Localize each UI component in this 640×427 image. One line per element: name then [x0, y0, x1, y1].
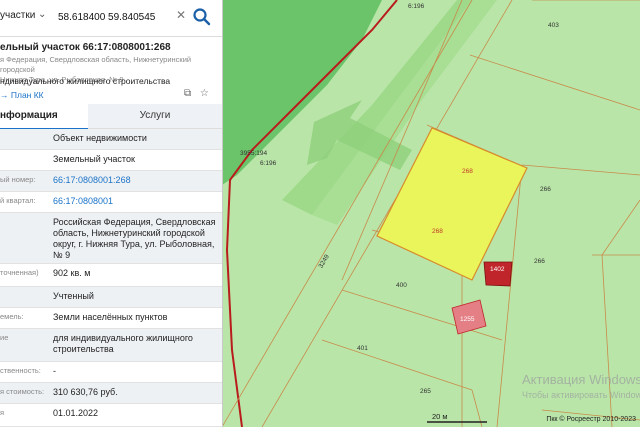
info-row-area: точненная) 902 кв. м — [0, 264, 222, 287]
info-row-land-category: емель: Земли населённых пунктов — [0, 308, 222, 329]
parcel-label: 268 — [462, 168, 473, 175]
info-key: я — [0, 408, 5, 417]
info-row-status: Учтенный — [0, 287, 222, 308]
plan-kk-link[interactable]: → План КК — [0, 90, 44, 100]
info-key: точненная) — [0, 268, 39, 277]
info-key: ственность: — [0, 366, 41, 375]
info-row-cadastral-value: я стоимость: 310 630,76 руб. — [0, 383, 222, 404]
info-row-cadastral-quarter: й квартал: 66:17:0808001 — [0, 192, 222, 213]
cadastral-map[interactable]: 268 268 266 266 403 400 401 265 1402 125… — [222, 0, 640, 427]
star-icon[interactable]: ☆ — [200, 88, 209, 99]
info-key: ие — [0, 333, 9, 342]
info-row-address: Российская Федерация, Свердловская облас… — [0, 213, 222, 264]
info-key: я стоимость: — [0, 387, 45, 396]
info-value: 01.01.2022 — [53, 408, 99, 418]
parcel-label: 403 — [548, 22, 559, 29]
parcel-purpose: ндивидуального жилищного строительства — [0, 76, 171, 86]
search-button[interactable] — [190, 5, 214, 29]
info-value: Учтенный — [53, 291, 94, 301]
search-icon — [193, 8, 211, 26]
cadastral-number-link[interactable]: 66:17:0808001:268 — [53, 175, 219, 186]
parcel-label: 266 — [534, 258, 545, 265]
boundary-label: 6:196 — [408, 3, 425, 10]
info-panel: участки ⌄ 58.618400 59.840545 ✕ ельный у… — [0, 0, 223, 427]
boundary-label: 3955:194 — [240, 150, 268, 157]
parcel-label: 266 — [540, 186, 551, 193]
search-bar: участки ⌄ 58.618400 59.840545 ✕ — [0, 0, 222, 37]
tab-information[interactable]: нформация — [0, 104, 88, 130]
windows-watermark-text: Чтобы активировать Windows, перейдите в … — [522, 390, 640, 400]
parcel-label: 400 — [396, 282, 407, 289]
cadastral-quarter-link[interactable]: 66:17:0808001 — [53, 196, 219, 207]
info-row-value-date: я 01.01.2022 — [0, 404, 222, 427]
scale-label: 20 м — [432, 412, 448, 421]
info-row-ownership: ственность: - — [0, 362, 222, 383]
info-value: Объект недвижимости — [53, 133, 147, 143]
info-value: 902 кв. м — [53, 268, 91, 278]
info-value: для индивидуального жилищного строительс… — [53, 333, 193, 354]
building-label: 1255 — [460, 316, 475, 323]
share-icon[interactable]: ⧉ — [184, 88, 191, 99]
info-row-cadastral-number: ый номер: 66:17:0808001:268 — [0, 171, 222, 192]
info-value: 310 630,76 руб. — [53, 387, 118, 397]
info-value: Российская Федерация, Свердловская облас… — [53, 217, 216, 260]
tab-services[interactable]: Услуги — [88, 104, 222, 128]
copyright-text: Пкк © Росреестр 2010-2023 — [546, 416, 636, 423]
info-value: - — [53, 366, 56, 376]
toolbar: ⧉ ☆ — [184, 88, 209, 99]
info-row-object: Объект недвижимости — [0, 129, 222, 150]
arrow-right-icon: → — [0, 90, 11, 100]
plan-kk-label: План КК — [10, 90, 44, 100]
parcel-label: 265 — [420, 388, 431, 395]
info-row-permitted-use: ие для индивидуального жилищного строите… — [0, 329, 222, 362]
close-icon[interactable]: ✕ — [176, 8, 186, 22]
windows-watermark-title: Активация Windows — [522, 372, 640, 387]
parcel-title: ельный участок 66:17:0808001:268 — [0, 42, 171, 53]
info-row-type: Земельный участок — [0, 150, 222, 171]
tabs: нформация Услуги — [0, 104, 222, 130]
search-input[interactable]: 58.618400 59.840545 — [58, 12, 155, 23]
map-canvas — [222, 0, 640, 427]
info-key: ый номер: — [0, 175, 36, 184]
boundary-label: 6:196 — [260, 160, 277, 167]
info-value: Земли населённых пунктов — [53, 312, 168, 322]
chevron-down-icon[interactable]: ⌄ — [38, 9, 46, 20]
building-label: 1402 — [490, 266, 505, 273]
info-key: й квартал: — [0, 196, 36, 205]
parcel-label: 401 — [357, 345, 368, 352]
info-value: Земельный участок — [53, 154, 135, 164]
parcel-label: 268 — [432, 228, 443, 235]
info-key: емель: — [0, 312, 24, 321]
